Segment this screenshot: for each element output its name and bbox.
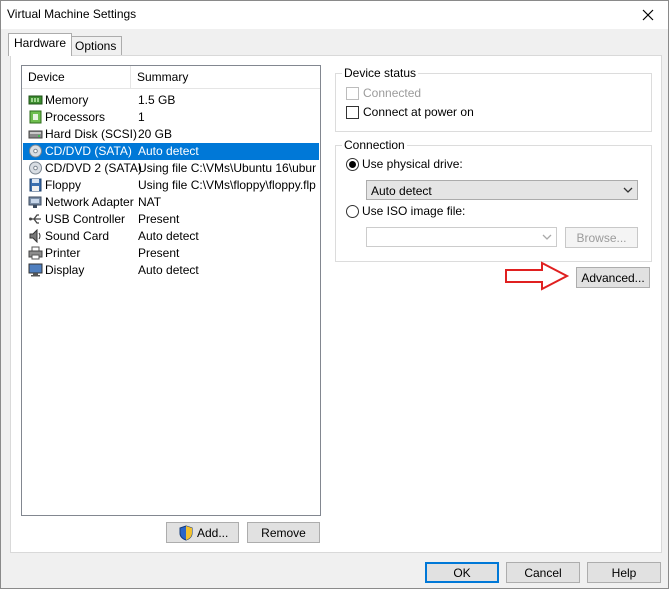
device-name: Sound Card — [45, 229, 110, 243]
uac-shield-icon — [179, 525, 193, 547]
add-button-label: Add... — [197, 526, 229, 540]
title-bar: Virtual Machine Settings — [1, 1, 668, 29]
connection-group: Connection Use physical drive: Auto dete… — [335, 138, 652, 262]
device-summary: Using file C:\VMs\Ubuntu 16\ubun... — [138, 161, 316, 175]
iso-image-label: Use ISO image file: — [362, 204, 466, 218]
red-annotation-arrow — [505, 261, 570, 291]
browse-button-label: Browse... — [576, 231, 627, 245]
device-row-printer[interactable]: Printer Present — [23, 245, 319, 262]
device-name: USB Controller — [45, 212, 126, 226]
tab-strip: Hardware Options — [1, 29, 668, 57]
floppy-icon — [28, 178, 43, 192]
usb-icon — [28, 212, 43, 226]
column-header-summary[interactable]: Summary — [137, 70, 188, 84]
device-row-usb-controller[interactable]: USB Controller Present — [23, 211, 319, 228]
device-name: Hard Disk (SCSI) — [45, 127, 138, 141]
radio-selected-dot — [349, 161, 356, 168]
hard-disk-icon — [28, 127, 43, 141]
device-list-header: Device Summary — [22, 66, 320, 89]
tab-options[interactable]: Options — [69, 36, 123, 57]
processor-icon — [28, 110, 43, 124]
device-name: CD/DVD 2 (SATA) — [45, 161, 142, 175]
window-title: Virtual Machine Settings — [7, 7, 137, 21]
connected-label: Connected — [363, 86, 422, 100]
device-summary: Present — [138, 246, 180, 260]
device-row-floppy[interactable]: Floppy Using file C:\VMs\floppy\floppy.f… — [23, 177, 319, 194]
hardware-panel: Device Summary Memory 1.5 GB Processors … — [10, 55, 662, 553]
advanced-button-label: Advanced... — [581, 271, 645, 285]
device-row-display[interactable]: Display Auto detect — [23, 262, 319, 279]
device-summary: 20 GB — [138, 127, 173, 141]
browse-button[interactable]: Browse... — [565, 227, 638, 248]
device-summary: Auto detect — [138, 263, 199, 277]
connect-at-power-on-label: Connect at power on — [363, 105, 474, 119]
virtual-machine-settings-window: Virtual Machine Settings Hardware Option… — [0, 0, 669, 589]
physical-drive-select[interactable]: Auto detect — [366, 180, 638, 200]
printer-icon — [28, 246, 43, 260]
sound-icon — [28, 228, 43, 244]
device-summary: 1 — [138, 110, 145, 124]
advanced-button[interactable]: Advanced... — [576, 267, 650, 288]
device-row-cd-dvd-2-sata[interactable]: CD/DVD 2 (SATA) Using file C:\VMs\Ubuntu… — [23, 160, 319, 177]
memory-icon — [28, 93, 43, 107]
device-status-label: Device status — [342, 66, 419, 80]
iso-image-radio[interactable] — [346, 205, 359, 218]
display-icon — [28, 263, 43, 277]
help-button-label: Help — [611, 566, 637, 580]
device-name: Network Adapter — [45, 195, 134, 209]
column-header-device[interactable]: Device — [28, 70, 65, 84]
device-row-cd-dvd-sata[interactable]: CD/DVD (SATA) Auto detect — [23, 143, 319, 160]
device-list[interactable]: Device Summary Memory 1.5 GB Processors … — [21, 65, 321, 516]
connection-label: Connection — [342, 138, 407, 152]
device-row-processors[interactable]: Processors 1 — [23, 109, 319, 126]
device-name: Memory — [45, 93, 89, 107]
device-name: Printer — [45, 246, 81, 260]
cancel-button[interactable]: Cancel — [506, 562, 580, 583]
column-divider[interactable] — [130, 66, 131, 88]
connect-at-power-on-checkbox[interactable] — [346, 106, 359, 119]
remove-device-button[interactable]: Remove — [247, 522, 320, 543]
physical-drive-value: Auto detect — [371, 184, 432, 198]
close-icon[interactable] — [628, 1, 668, 29]
add-device-button[interactable]: Add... — [166, 522, 239, 543]
remove-button-label: Remove — [261, 526, 306, 540]
device-summary: 1.5 GB — [138, 93, 176, 107]
device-name: Display — [45, 263, 85, 277]
device-name: Floppy — [45, 178, 82, 192]
chevron-down-icon — [542, 234, 552, 240]
device-summary: Using file C:\VMs\floppy\floppy.flp — [138, 178, 316, 192]
network-icon — [28, 195, 43, 209]
cd-dvd-icon — [28, 144, 43, 158]
tab-hardware[interactable]: Hardware — [8, 33, 73, 56]
device-name: CD/DVD (SATA) — [45, 144, 132, 158]
iso-image-path-combobox[interactable] — [366, 227, 557, 247]
device-summary: NAT — [138, 195, 162, 209]
device-summary: Auto detect — [138, 229, 199, 243]
chevron-down-icon — [623, 187, 633, 193]
device-row-network-adapter[interactable]: Network Adapter NAT — [23, 194, 319, 211]
ok-button[interactable]: OK — [425, 562, 499, 583]
device-row-memory[interactable]: Memory 1.5 GB — [23, 92, 319, 109]
cancel-button-label: Cancel — [524, 566, 562, 580]
physical-drive-label: Use physical drive: — [362, 157, 463, 171]
device-status-group: Device status Connected Connect at power… — [335, 66, 652, 132]
physical-drive-radio[interactable] — [346, 158, 359, 171]
help-button[interactable]: Help — [587, 562, 661, 583]
device-row-hard-disk[interactable]: Hard Disk (SCSI) 20 GB — [23, 126, 319, 143]
device-summary: Auto detect — [138, 144, 199, 158]
device-row-sound-card[interactable]: Sound Card Auto detect — [23, 228, 319, 245]
cd-dvd-icon — [28, 161, 43, 175]
ok-button-label: OK — [453, 566, 471, 580]
connected-checkbox[interactable] — [346, 87, 359, 100]
device-summary: Present — [138, 212, 180, 226]
device-name: Processors — [45, 110, 106, 124]
